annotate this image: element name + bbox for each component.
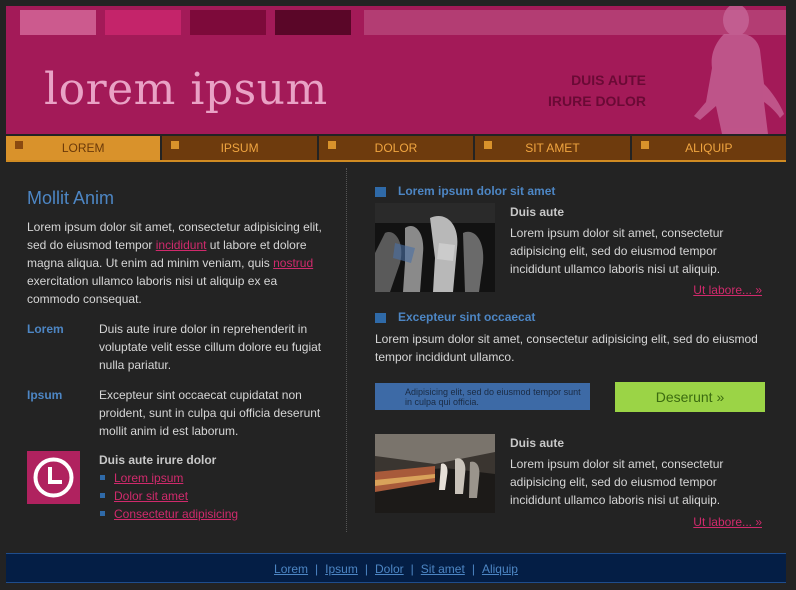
nav-bullet-icon [171, 141, 180, 149]
color-swatch-4 [275, 10, 351, 35]
subway-photo-thumbnail[interactable] [375, 434, 495, 513]
footer-link-sit-amet[interactable]: Sit amet [421, 562, 465, 576]
nav-bullet-icon [15, 141, 23, 149]
nav-item-label: DOLOR [374, 141, 418, 155]
story-1: Duis aute Lorem ipsum dolor sit amet, co… [510, 203, 767, 278]
nav-item-label: LOREM [61, 141, 105, 155]
main-nav: LOREM IPSUM DOLOR SIT AMET ALIQUIP [6, 136, 787, 162]
intro-text-3: exercitation ullamco laboris nisi ut ali… [27, 274, 278, 306]
color-swatch-3 [190, 10, 266, 35]
intro-paragraph: Lorem ipsum dolor sit amet, consectetur … [27, 218, 327, 308]
related-links-title: Duis aute irure dolor [99, 453, 217, 467]
footer-separator: | [364, 562, 368, 576]
footer-link-aliquip[interactable]: Aliquip [482, 562, 518, 576]
header-banner: lorem ipsum DUIS AUTE IRURE DOLOR [6, 6, 786, 134]
nav-bullet-icon [484, 141, 493, 149]
crowd-photo-thumbnail[interactable] [375, 203, 495, 292]
footer-link-lorem[interactable]: Lorem [274, 562, 308, 576]
nav-item-lorem[interactable]: LOREM [6, 136, 161, 160]
footer-nav: Lorem | Ipsum | Dolor | Sit amet | Aliquip [6, 553, 786, 583]
footer-link-ipsum[interactable]: Ipsum [325, 562, 358, 576]
link-lorem-ipsum[interactable]: Lorem ipsum [114, 471, 183, 485]
definition-term: Ipsum [27, 388, 63, 402]
clock-icon [27, 451, 80, 504]
header-tagline: DUIS AUTE IRURE DOLOR [548, 70, 646, 112]
link-consectetur-adipisicing[interactable]: Consectetur adipisicing [114, 507, 238, 521]
tagline-line-1: DUIS AUTE [571, 72, 646, 88]
definition-description: Excepteur sint occaecat cupidatat non pr… [99, 388, 321, 438]
section-2-paragraph: Lorem ipsum dolor sit amet, consectetur … [375, 332, 758, 364]
color-swatch-1 [20, 10, 96, 35]
column-divider [346, 168, 347, 532]
nav-item-label: IPSUM [220, 141, 259, 155]
story-text: Lorem ipsum dolor sit amet, consectetur … [510, 226, 724, 276]
intro-link-nostrud[interactable]: nostrud [273, 256, 313, 270]
color-swatch-2 [105, 10, 181, 35]
story-title: Duis aute [510, 436, 565, 450]
footer-separator: | [315, 562, 319, 576]
definition-description: Duis aute irure dolor in reprehenderit i… [99, 322, 322, 372]
nav-item-dolor[interactable]: DOLOR [318, 136, 474, 160]
footer-link-dolor[interactable]: Dolor [375, 562, 404, 576]
list-item: Dolor sit amet [99, 487, 327, 505]
note-box: Adipisicing elit, sed do eiusmod tempor … [375, 383, 590, 410]
section-title-1: Lorem ipsum dolor sit amet [375, 182, 555, 200]
read-more-link-1[interactable]: Ut labore... » [693, 283, 762, 297]
story-2: Duis aute Lorem ipsum dolor sit amet, co… [510, 434, 767, 509]
left-heading: Mollit Anim [27, 188, 115, 208]
nav-item-aliquip[interactable]: ALIQUIP [631, 136, 787, 160]
tagline-line-2: IRURE DOLOR [548, 93, 646, 109]
story-text: Lorem ipsum dolor sit amet, consectetur … [510, 457, 724, 507]
story-title: Duis aute [510, 205, 565, 219]
nav-item-ipsum[interactable]: IPSUM [162, 136, 317, 160]
list-item: Lorem ipsum [99, 469, 327, 487]
link-dolor-sit-amet[interactable]: Dolor sit amet [114, 489, 188, 503]
square-bullet-icon [375, 313, 386, 323]
deserunt-button[interactable]: Deserunt » [615, 382, 765, 412]
square-bullet-icon [375, 187, 386, 197]
related-links-list: Lorem ipsum Dolor sit amet Consectetur a… [99, 469, 327, 523]
section-title-text: Lorem ipsum dolor sit amet [398, 184, 556, 198]
intro-link-incididunt[interactable]: incididunt [156, 238, 207, 252]
site-logo[interactable]: lorem ipsum [44, 64, 328, 115]
read-more-link-2[interactable]: Ut labore... » [693, 515, 762, 529]
footer-separator: | [471, 562, 475, 576]
footer-separator: | [410, 562, 414, 576]
woman-silhouette-image [694, 6, 784, 134]
nav-bullet-icon [327, 141, 336, 149]
definition-term: Lorem [27, 322, 64, 336]
nav-item-label: SIT AMET [525, 141, 580, 155]
related-links: Duis aute irure dolor Lorem ipsum Dolor … [99, 451, 327, 523]
section-title-text: Excepteur sint occaecat [398, 310, 536, 324]
nav-item-sit-amet[interactable]: SIT AMET [475, 136, 630, 160]
left-column: Mollit Anim Lorem ipsum dolor sit amet, … [27, 188, 327, 521]
nav-item-label: ALIQUIP [685, 141, 733, 155]
nav-bullet-icon [640, 141, 649, 149]
section-title-2: Excepteur sint occaecat [375, 308, 535, 326]
list-item: Consectetur adipisicing [99, 505, 327, 523]
